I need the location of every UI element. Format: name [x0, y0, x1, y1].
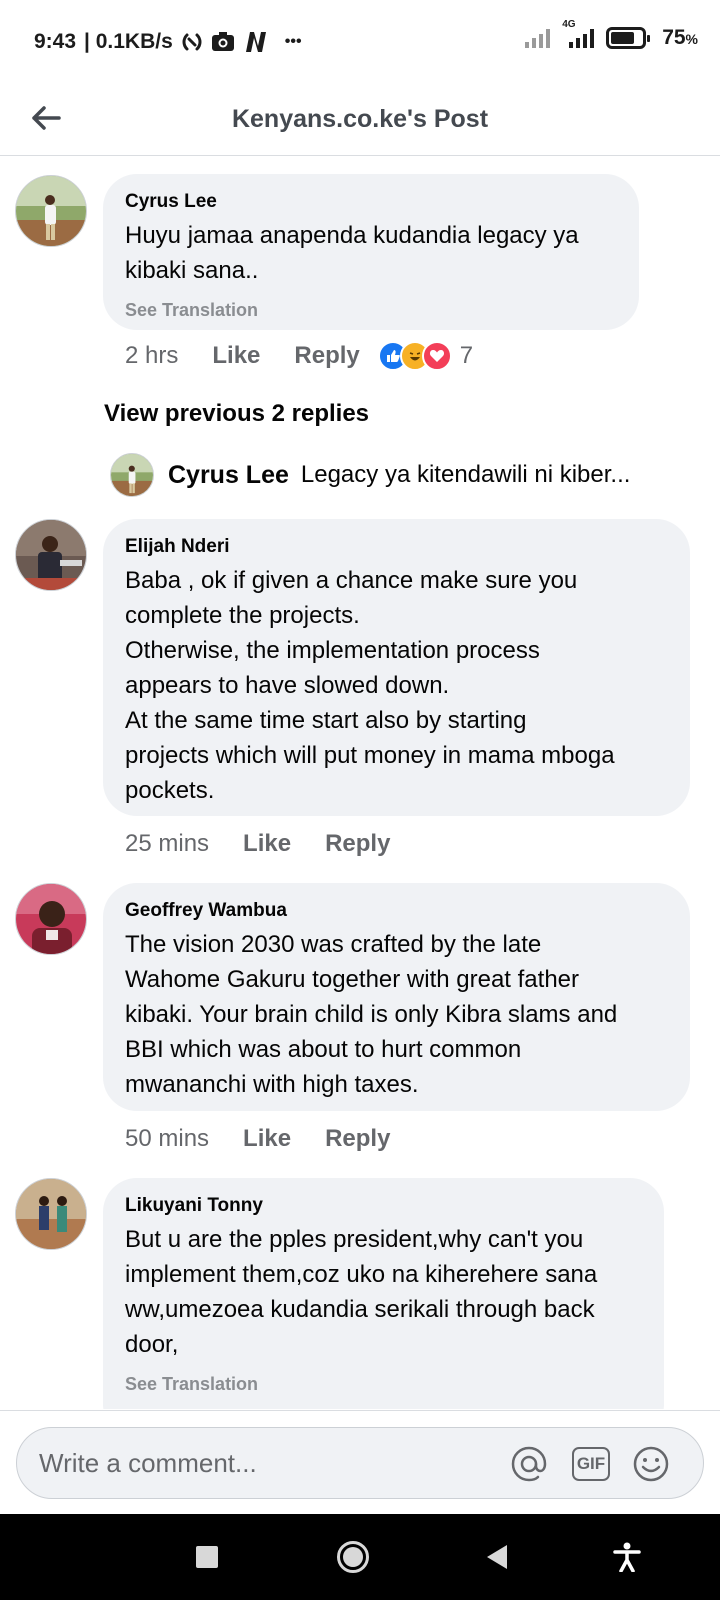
post-header: Kenyans.co.ke's Post [0, 84, 720, 156]
comment-author[interactable]: Cyrus Lee [125, 190, 617, 214]
comment-composer[interactable]: GIF [16, 1427, 704, 1499]
mention-icon[interactable] [509, 1444, 549, 1484]
status-left: 9:43 | 0.1KB/s ••• [34, 30, 302, 54]
reply-button[interactable]: Reply [325, 830, 390, 858]
like-button[interactable]: Like [212, 342, 260, 370]
comment-actions: 2 hrs Like Reply 7 [125, 341, 473, 371]
reply-text-preview: Legacy ya kitendawili ni kiber... [300, 461, 631, 488]
battery-fill [611, 32, 634, 44]
latest-reply-preview[interactable]: Cyrus Lee Legacy ya kitendawili ni kiber… [110, 453, 670, 497]
comment-actions: 50 mins Like Reply [125, 1125, 424, 1153]
reply-button[interactable]: Reply [325, 1125, 390, 1153]
see-translation-link[interactable]: See Translation [125, 1372, 642, 1396]
back-button[interactable] [26, 98, 66, 138]
avatar[interactable] [15, 519, 87, 591]
comment-author[interactable]: Elijah Nderi [125, 535, 668, 559]
reaction-count: 7 [459, 342, 474, 369]
comment-bubble[interactable]: Likuyani Tonny But u are the pples presi… [103, 1178, 664, 1409]
gif-button[interactable]: GIF [571, 1444, 611, 1484]
battery-percent: 75% [662, 26, 698, 49]
netflix-icon [243, 30, 271, 54]
battery-icon [606, 27, 651, 49]
comment-text: But u are the pples president,why can't … [125, 1226, 598, 1358]
comment-input[interactable] [39, 1447, 499, 1479]
comment-time[interactable]: 2 hrs [125, 342, 178, 370]
comment-text: Huyu jamaa anapenda kudandia legacy ya k… [125, 222, 579, 284]
comment-author[interactable]: Geoffrey Wambua [125, 899, 668, 923]
signal-4g-icon: 4G [562, 19, 596, 49]
back-arrow-icon [32, 106, 61, 130]
square-icon [196, 1546, 218, 1568]
comment-time[interactable]: 25 mins [125, 830, 209, 858]
status-speed: | 0.1KB/s [84, 30, 173, 53]
reply-button[interactable]: Reply [294, 342, 359, 370]
network-type-label: 4G [562, 19, 576, 30]
like-button[interactable]: Like [243, 830, 291, 858]
status-bar: 9:43 | 0.1KB/s ••• 4G 75% [0, 0, 720, 84]
comment-bubble[interactable]: Cyrus Lee Huyu jamaa anapenda kudandia l… [103, 174, 639, 330]
accessibility-icon [613, 1542, 641, 1572]
back-nav-button[interactable] [476, 1536, 518, 1578]
comment-bubble[interactable]: Elijah Nderi Baba , ok if given a chance… [103, 519, 690, 816]
view-previous-replies-link[interactable]: View previous 2 replies [104, 400, 369, 428]
status-right: 4G 75% [524, 19, 698, 50]
comment-text: The vision 2030 was crafted by the late … [125, 931, 618, 1098]
comment-bubble[interactable]: Geoffrey Wambua The vision 2030 was craf… [103, 883, 690, 1111]
comment-author[interactable]: Likuyani Tonny [125, 1194, 642, 1218]
avatar[interactable] [110, 453, 154, 497]
comment-time[interactable]: 50 mins [125, 1125, 209, 1153]
gif-label: GIF [576, 1454, 606, 1473]
recent-apps-button[interactable] [186, 1536, 228, 1578]
smiley-icon [633, 1446, 669, 1482]
status-time: 9:43 [34, 30, 77, 53]
camera-icon [211, 31, 235, 53]
reply-author[interactable]: Cyrus Lee [168, 461, 289, 490]
signal-icon [524, 27, 552, 49]
comment-actions: 25 mins Like Reply [125, 830, 424, 858]
shazam-icon [181, 31, 203, 53]
like-button[interactable]: Like [243, 1125, 291, 1153]
more-notifications-icon: ••• [284, 33, 302, 50]
comment-text: Baba , ok if given a chance make sure yo… [125, 567, 615, 804]
gif-icon: GIF [572, 1447, 610, 1481]
home-circle-icon [337, 1541, 369, 1573]
avatar[interactable] [15, 1178, 87, 1250]
avatar[interactable] [15, 175, 87, 247]
reactions-summary[interactable]: 7 [377, 341, 474, 371]
home-button[interactable] [332, 1536, 374, 1578]
comment-composer-bar: GIF [0, 1410, 720, 1514]
triangle-back-icon [487, 1545, 507, 1569]
comments-feed[interactable]: Cyrus Lee Huyu jamaa anapenda kudandia l… [0, 157, 720, 1409]
page-title: Kenyans.co.ke's Post [231, 105, 489, 133]
love-reaction-icon [421, 341, 452, 371]
avatar[interactable] [15, 883, 87, 955]
see-translation-link[interactable]: See Translation [125, 298, 617, 322]
accessibility-button[interactable] [606, 1536, 648, 1578]
system-navigation-bar [0, 1514, 720, 1600]
emoji-button[interactable] [631, 1444, 671, 1484]
